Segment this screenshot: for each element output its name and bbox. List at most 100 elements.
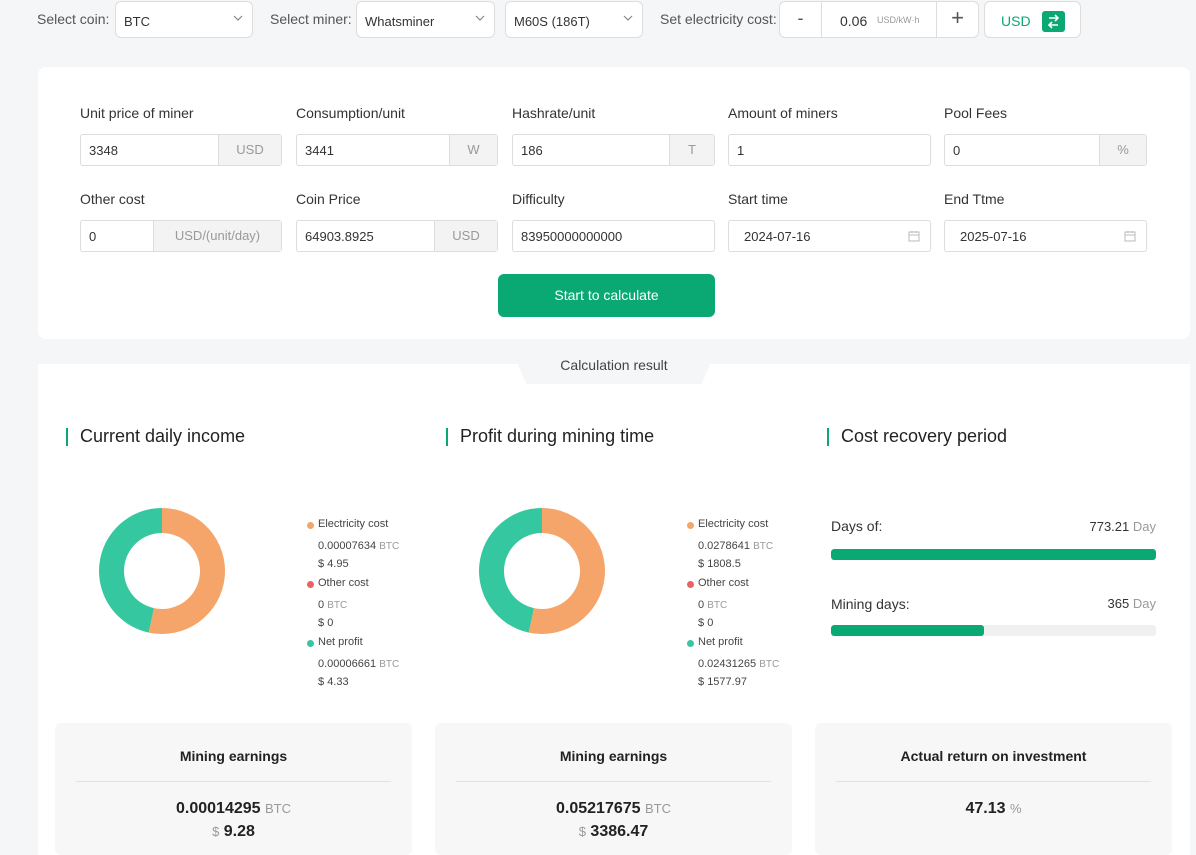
usd-symbol: $ [318,676,325,688]
section-accent-bar [446,428,448,446]
pool-fees-label: Pool Fees [944,105,1008,121]
legend-other: Other cost [687,577,749,589]
legend-electricity-btc: 0.00007634 BTC [318,540,399,552]
coin-select-value: BTC [124,14,150,29]
legend-other-btc: 0 BTC [318,599,347,611]
divider [456,781,771,782]
hashrate-field[interactable]: 186 T [512,134,715,166]
roi-value: 47.13 % [815,800,1172,818]
usd-symbol: $ [318,558,325,570]
days-of-progress-fill [831,549,1156,560]
legend-net-usd: $ 4.33 [318,676,349,688]
difficulty-field[interactable]: 83950000000000 [512,220,715,252]
end-time-value: 2025-07-16 [960,229,1027,244]
unit-price-field[interactable]: 3348 USD [80,134,282,166]
currency-toggle-button[interactable]: USD [984,1,1081,38]
divider [836,781,1151,782]
electricity-value[interactable]: 0.06 [840,13,867,29]
other-dot-icon [307,581,314,588]
cost-recovery-title: Cost recovery period [827,426,1008,447]
legend-net-label: Net profit [318,636,363,648]
end-time-picker[interactable]: 2025-07-16 [944,220,1147,252]
days-of-value: 773.21 Day [1050,519,1156,534]
electricity-label: Set electricity cost: [660,11,777,27]
other-cost-label: Other cost [80,191,145,207]
consumption-field[interactable]: 3441 W [296,134,498,166]
electricity-decrease-button[interactable]: - [780,2,822,37]
consumption-value: 3441 [305,143,334,158]
pool-fees-field[interactable]: 0 % [944,134,1147,166]
daily-other-usd: 0 [327,617,334,629]
daily-earnings-btc: 0.00014295 BTC [55,800,412,818]
electricity-stepper: - 0.06 USD/kW·h + [779,1,979,38]
net-profit-slice [98,508,162,633]
unit-price-suffix: USD [218,135,281,165]
coin-unit: BTC [379,659,400,670]
calculation-result-label: Calculation result [560,357,668,373]
daily-earnings-usd-value: 9.28 [223,823,255,840]
period-earnings-usd: $ 3386.47 [435,823,792,841]
legend-net-btc: 0.00006661 BTC [318,658,399,670]
daily-income-title: Current daily income [66,426,245,447]
hashrate-suffix: T [669,135,714,165]
amount-value: 1 [737,143,745,158]
daily-electricity-btc: 0.00007634 [318,540,377,552]
legend-other-btc: 0 BTC [698,599,727,611]
coin-unit: BTC [707,600,728,611]
calendar-icon [1124,231,1136,242]
pool-fees-suffix: % [1099,135,1146,165]
start-calculate-button[interactable]: Start to calculate [498,274,715,317]
roi-number: 47.13 [965,800,1006,817]
usd-symbol: $ [698,676,705,688]
difficulty-label: Difficulty [512,191,565,207]
usd-symbol: $ [698,558,705,570]
daily-net-usd: 4.33 [327,676,349,688]
mining-profit-title: Profit during mining time [446,426,655,447]
net-dot-icon [307,640,314,647]
period-net-btc: 0.02431265 [698,658,757,670]
legend-electricity-btc: 0.0278641 BTC [698,540,773,552]
legend-other-usd: $ 0 [318,617,333,629]
chevron-down-icon [233,15,243,21]
usd-symbol: $ [318,617,325,629]
period-other-usd: 0 [707,617,714,629]
electricity-dot-icon [307,522,314,529]
coin-select[interactable]: BTC [115,1,253,38]
chevron-down-icon [475,15,485,21]
roi-card: Actual return on investment 47.13 % [815,723,1172,855]
mining-profit-title-text: Profit during mining time [460,426,655,446]
legend-other: Other cost [307,577,369,589]
amount-field[interactable]: 1 [728,134,931,166]
electricity-increase-button[interactable]: + [936,2,978,37]
start-time-picker[interactable]: 2024-07-16 [728,220,931,252]
daily-earnings-title: Mining earnings [179,748,288,764]
coin-unit: BTC [644,801,671,816]
legend-other-usd: $ 0 [698,617,713,629]
period-electricity-usd: 1808.5 [707,558,741,570]
other-cost-value: 0 [89,229,97,244]
legend-electricity-usd: $ 4.95 [318,558,349,570]
cost-recovery-title-text: Cost recovery period [841,426,1008,446]
coin-price-field[interactable]: 64903.8925 USD [296,220,498,252]
period-earnings-btc-value: 0.05217675 [556,800,641,817]
start-time-value: 2024-07-16 [744,229,811,244]
daily-earnings-usd: $ 9.28 [55,823,412,841]
other-cost-suffix: USD/(unit/day) [153,221,281,251]
daily-net-btc: 0.00006661 [318,658,377,670]
legend-other-label: Other cost [318,577,369,589]
legend-net-btc: 0.02431265 BTC [698,658,779,670]
section-accent-bar [827,428,829,446]
coin-unit: BTC [759,659,780,670]
calendar-icon [908,231,920,242]
other-cost-field[interactable]: 0 USD/(unit/day) [80,220,282,252]
coin-unit: BTC [379,541,400,552]
miner-model-select[interactable]: M60S (186T) [505,1,643,38]
amount-label: Amount of miners [728,105,838,121]
difficulty-value: 83950000000000 [521,229,623,244]
miner-brand-select[interactable]: Whatsminer [356,1,495,38]
coin-label: Select coin: [37,11,110,27]
net-profit-slice [478,508,542,633]
legend-net-label: Net profit [698,636,743,648]
coin-price-label: Coin Price [296,191,361,207]
days-of-label: Days of: [831,518,883,534]
